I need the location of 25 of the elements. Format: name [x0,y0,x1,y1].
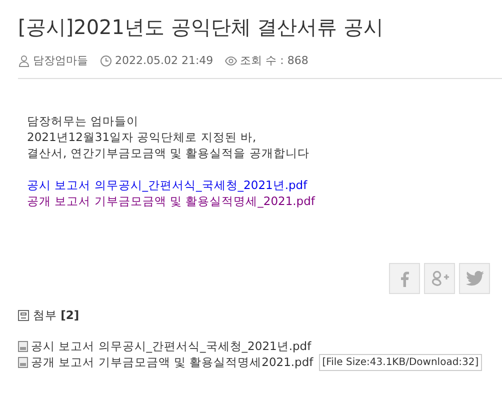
bird-icon [466,271,484,286]
attachment-label: 첨부 [2] [33,308,80,323]
post-title: [공시]2021년도 공익단체 결산서류 공시 [18,14,385,41]
share-button[interactable] [459,263,490,294]
file-link[interactable]: 공개 보고서 기부금모금액 및 활용실적명세_2021.pdf [27,193,502,209]
view-count: 조회 수 : 868 [240,53,308,68]
author: 담장엄마들 [33,53,88,68]
file-info-tooltip: [File Size:43.1KB/Download:32] [319,354,482,371]
body-text: 담장허무는 엄마들이 [27,113,140,129]
clock-icon [100,54,112,66]
body-text: 2021년12월31일자 공익단체로 지정된 바, [27,129,258,145]
attachment-link[interactable]: 공개 보고서 기부금모금액 및 활용실적명세2021.pdf [31,355,314,370]
post-date: 2022.05.02 21:49 [115,54,214,67]
share-button[interactable] [424,263,455,294]
file-link[interactable]: 공시 보고서 의무공시_간편서식_국세청_2021년.pdf [27,177,502,193]
attachment-link[interactable]: 공시 보고서 의무공시_간편서식_국세청_2021년.pdf [31,339,312,354]
share-button[interactable] [389,263,420,294]
person-icon [18,54,30,66]
file-icon [18,357,28,368]
google-plus-icon [430,270,450,288]
facebook-icon [400,270,408,286]
eye-icon [225,56,238,66]
attachment-icon [18,310,29,321]
file-icon [18,341,28,352]
body-text: 결산서, 연간기부금모금액 및 활용실적을 공개합니다 [27,145,310,161]
